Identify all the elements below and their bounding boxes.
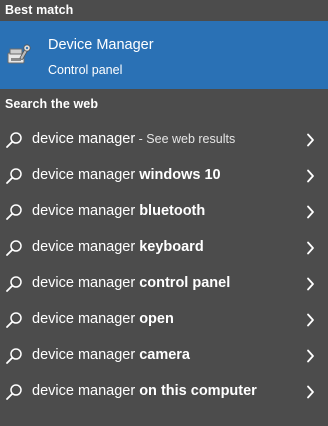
search-icon [6,348,22,364]
result-query-suggestion: windows 10 [139,167,221,183]
result-query-suggestion: camera [139,347,190,363]
search-icon [6,204,22,220]
search-icon [6,168,22,184]
web-result-text: device manager camera [32,347,190,363]
web-result-item[interactable]: device manager on this computer [0,374,328,410]
search-icon [6,240,22,256]
result-query-prefix: device manager [32,275,140,291]
web-result-item[interactable]: device manager bluetooth [0,194,328,230]
best-match-subtitle: Control panel [48,63,123,77]
web-result-item[interactable]: device manager open [0,302,328,338]
result-query-prefix: device manager [32,311,140,327]
result-query-suggestion: keyboard [139,239,204,255]
web-result-text: device manager open [32,311,174,327]
web-result-text: device manager - See web results [32,131,235,147]
web-result-text: device manager on this computer [32,383,257,399]
result-query-suggestion: control panel [139,275,231,291]
result-query-prefix: device manager [32,131,136,147]
result-query-prefix: device manager [32,203,140,219]
result-query-suggestion: open [139,311,174,327]
web-results-list: device manager - See web results device m… [0,122,328,410]
web-result-text: device manager bluetooth [32,203,205,219]
chevron-right-icon [307,313,314,327]
chevron-right-icon [307,241,314,255]
web-result-item[interactable]: device manager - See web results [0,122,328,158]
web-result-item[interactable]: device manager camera [0,338,328,374]
result-hint: - See web results [135,132,236,146]
chevron-right-icon [307,169,314,183]
search-icon [6,132,22,148]
web-result-text: device manager keyboard [32,239,204,255]
chevron-right-icon [307,385,314,399]
search-icon [6,384,22,400]
search-icon [6,312,22,328]
web-result-text: device manager windows 10 [32,167,221,183]
web-result-text: device manager control panel [32,275,230,291]
best-match-heading: Best match [5,3,74,17]
result-query-prefix: device manager [32,383,140,399]
chevron-right-icon [307,133,314,147]
result-query-prefix: device manager [32,239,140,255]
chevron-right-icon [307,205,314,219]
chevron-right-icon [307,277,314,291]
result-query-prefix: device manager [32,347,140,363]
result-query-prefix: device manager [32,167,140,183]
web-result-item[interactable]: device manager windows 10 [0,158,328,194]
best-match-title: Device Manager [48,37,154,53]
search-the-web-heading: Search the web [5,97,99,111]
best-match-device-manager[interactable]: Device Manager Control panel [0,21,328,89]
web-result-item[interactable]: device manager control panel [0,266,328,302]
device-manager-icon [7,44,31,64]
web-result-item[interactable]: device manager keyboard [0,230,328,266]
result-query-suggestion: on this computer [139,383,257,399]
chevron-right-icon [307,349,314,363]
search-icon [6,276,22,292]
result-query-suggestion: bluetooth [139,203,206,219]
